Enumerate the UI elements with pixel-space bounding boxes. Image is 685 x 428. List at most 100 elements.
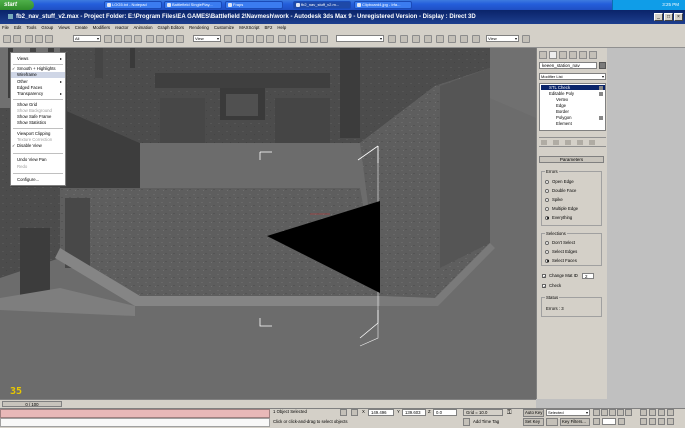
menu-item-views[interactable]: Views ▸ [11, 56, 65, 62]
active-shade-icon[interactable] [460, 35, 468, 43]
percent-snap-icon[interactable] [256, 35, 264, 43]
set-key-button[interactable]: Set Key [523, 418, 544, 426]
time-slider-thumb[interactable]: 0 / 100 [2, 401, 62, 407]
stack-item-vertex[interactable]: Vertex [556, 97, 568, 102]
unlink-icon[interactable] [35, 35, 43, 43]
menu-graph-editors[interactable]: Graph Editors [158, 25, 185, 30]
motion-tab-icon[interactable] [569, 51, 577, 59]
render-preset-dropdown[interactable]: View [486, 35, 519, 42]
perspective-viewport[interactable]: 35 [0, 48, 536, 399]
mirror-icon[interactable] [278, 35, 286, 43]
key-filters-button[interactable]: Key Filters... [560, 418, 590, 426]
minimize-icon[interactable]: _ [654, 13, 663, 21]
key-icon[interactable]: ⚿ [507, 410, 519, 417]
next-frame-icon[interactable] [617, 409, 624, 416]
taskbar-task-3dsmax[interactable]: fb2_nav_stuff_v2.m... [293, 1, 351, 9]
maxscript-output[interactable] [0, 418, 270, 427]
quick-render-icon[interactable] [412, 35, 420, 43]
start-button[interactable]: start [0, 0, 34, 10]
stack-toggle-icon[interactable] [599, 116, 603, 120]
menu-customize[interactable]: Customize [214, 25, 234, 30]
hierarchy-tab-icon[interactable] [559, 51, 567, 59]
x-coordinate-field[interactable]: 149.496 [368, 409, 394, 416]
radio-multiple-edge[interactable]: Multiple Edge [545, 206, 578, 212]
radio-spike[interactable]: Spike [545, 197, 563, 203]
menu-modifiers[interactable]: Modifiers [93, 25, 110, 30]
select-object-icon[interactable] [104, 35, 112, 43]
menu-item-configure[interactable]: Configure... [11, 177, 65, 183]
material-editor-icon[interactable] [388, 35, 396, 43]
select-link-icon[interactable] [25, 35, 33, 43]
zoom-all-icon[interactable] [649, 409, 656, 416]
light-bulb-icon[interactable] [599, 86, 603, 90]
maximize-viewport-icon[interactable] [667, 418, 674, 425]
menu-tools[interactable]: Tools [26, 25, 36, 30]
radio-dont-select[interactable]: Don't Select [545, 240, 575, 246]
show-end-result-icon[interactable] [553, 140, 559, 145]
maxscript-listener[interactable] [0, 409, 270, 418]
radio-select-faces[interactable]: Select Faces [545, 258, 577, 264]
menu-item-wireframe[interactable]: Wireframe [11, 72, 65, 78]
menu-item-disable-view[interactable]: ✓ Disable View [11, 143, 65, 149]
render-last-icon[interactable] [472, 35, 480, 43]
reference-coordinate-dropdown[interactable]: View [193, 35, 221, 42]
taskbar-task-fraps[interactable]: Fraps [225, 1, 283, 9]
zoom-icon[interactable] [640, 409, 647, 416]
menu-item-undo-view-pan[interactable]: Undo View Pan [11, 157, 65, 163]
time-slider[interactable]: 0 / 100 [0, 399, 536, 408]
window-crossing-icon[interactable] [134, 35, 142, 43]
menu-rendering[interactable]: Rendering [189, 25, 209, 30]
previous-frame-icon[interactable] [601, 409, 608, 416]
schematic-view-icon[interactable] [320, 35, 328, 43]
taskbar-task-notepad[interactable]: LOG5.txt - Notepad [104, 1, 162, 9]
modifier-list-dropdown[interactable]: Modifier List [539, 73, 606, 80]
key-set-dropdown[interactable]: Selected [546, 409, 590, 416]
object-color-swatch[interactable] [599, 62, 606, 69]
add-time-tag[interactable]: Add Time Tag [473, 419, 499, 425]
menu-bf2[interactable]: BF2 [265, 25, 273, 30]
select-manipulate-icon[interactable] [176, 35, 184, 43]
field-of-view-icon[interactable] [640, 418, 647, 425]
y-coordinate-field[interactable]: 139.603 [402, 409, 426, 416]
pan-icon[interactable] [649, 418, 656, 425]
menu-maxscript[interactable]: MAXScript [239, 25, 259, 30]
go-to-start-icon[interactable] [593, 409, 600, 416]
arc-rotate-icon[interactable] [658, 418, 665, 425]
stack-item-border[interactable]: Border [556, 109, 569, 114]
rectangular-selection-icon[interactable] [124, 35, 132, 43]
play-icon[interactable] [609, 409, 616, 416]
zoom-extents-all-icon[interactable] [667, 409, 674, 416]
scale-icon[interactable] [166, 35, 174, 43]
bind-spacewarp-icon[interactable] [45, 35, 53, 43]
stack-item-polygon[interactable]: Polygon [556, 115, 572, 120]
menu-file[interactable]: File [2, 25, 9, 30]
utilities-tab-icon[interactable] [589, 51, 597, 59]
radio-open-edge[interactable]: Open Edge [545, 179, 574, 185]
render-region-icon[interactable] [448, 35, 456, 43]
named-selection-dropdown[interactable] [336, 35, 384, 42]
pivot-center-icon[interactable] [224, 35, 232, 43]
z-coordinate-field[interactable]: 0.0 [433, 409, 457, 416]
parameters-rollout-header[interactable]: Parameters [539, 156, 604, 163]
radio-everything[interactable]: Everything [545, 215, 572, 221]
undo-icon[interactable] [3, 35, 11, 43]
zoom-extents-icon[interactable] [658, 409, 665, 416]
stack-item-element[interactable]: Element [556, 121, 572, 126]
time-tag-icon[interactable] [463, 418, 470, 426]
stack-toggle-icon[interactable] [599, 92, 603, 96]
menu-create[interactable]: Create [75, 25, 88, 30]
select-by-name-icon[interactable] [114, 35, 122, 43]
check-checkbox[interactable]: ✓ Check [542, 283, 561, 289]
render-type-icon[interactable] [436, 35, 444, 43]
make-unique-icon[interactable] [565, 140, 571, 145]
menu-edit[interactable]: Edit [14, 25, 21, 30]
time-configuration-icon[interactable] [618, 418, 625, 425]
key-mode-icon[interactable] [593, 418, 600, 425]
taskbar-task-battlefield[interactable]: Battlefield SinglePlay... [164, 1, 222, 9]
lock-selection-icon[interactable] [340, 409, 347, 416]
create-tab-icon[interactable] [539, 51, 547, 59]
menu-item-show-statistics[interactable]: Show Statistics [11, 120, 65, 126]
selection-filter-dropdown[interactable]: All [73, 35, 101, 42]
maximize-icon[interactable]: □ [664, 13, 673, 21]
menu-group[interactable]: Group [41, 25, 53, 30]
